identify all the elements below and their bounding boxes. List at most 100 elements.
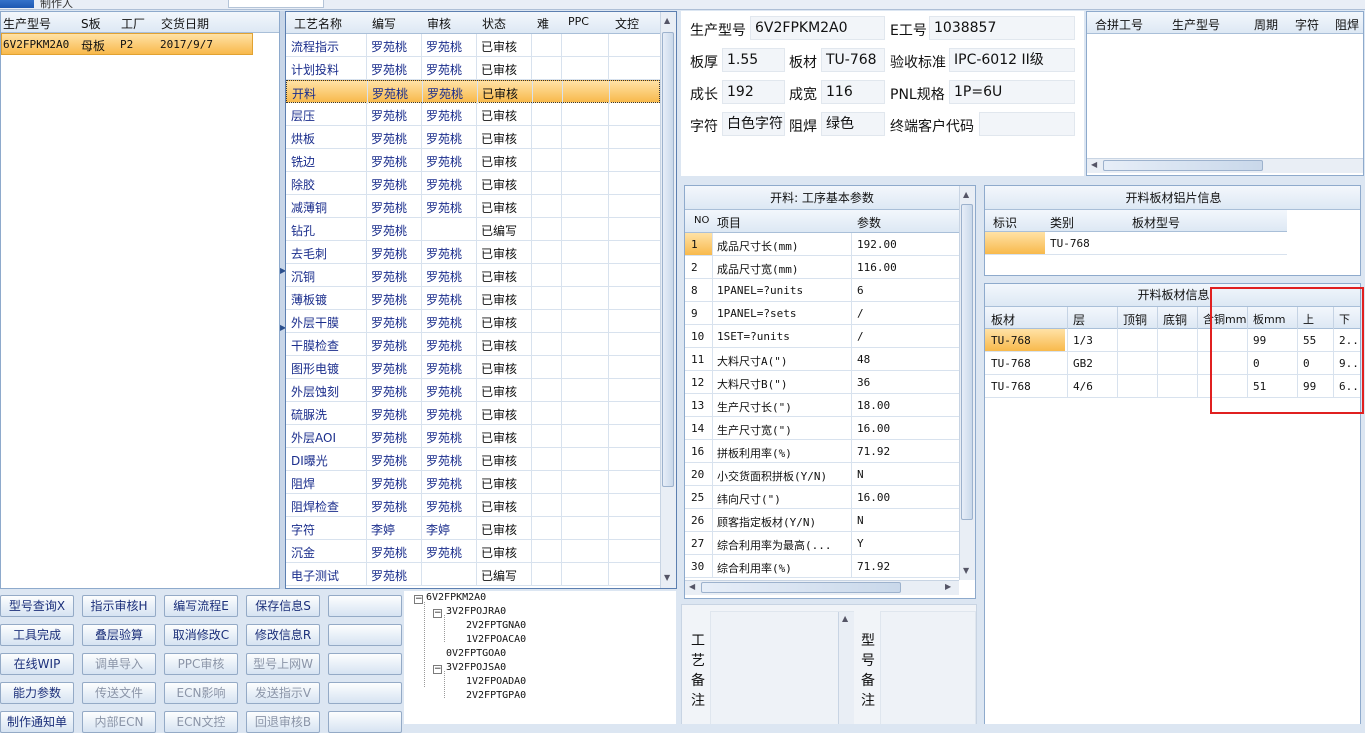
field-character[interactable]: 白色字符	[722, 112, 785, 136]
table-row[interactable]: 9 1PANEL=?sets /	[685, 302, 959, 325]
col-layer[interactable]: 层	[1073, 311, 1085, 328]
col-factory[interactable]: 工厂	[121, 15, 153, 32]
tree-node[interactable]: 1V2FPOACA0	[466, 634, 526, 645]
notes-vscroll[interactable]: ▲	[838, 612, 854, 724]
action-button[interactable]: 叠层验算	[82, 624, 156, 646]
collapse-icon[interactable]: −	[414, 595, 423, 604]
tree-node[interactable]: 3V2FPOJSA0	[446, 662, 506, 673]
action-button[interactable]: 工具完成	[0, 624, 74, 646]
col-merge-cycle[interactable]: 周期	[1254, 16, 1278, 33]
action-button[interactable]: 取消修改C	[164, 624, 238, 646]
action-button[interactable]	[328, 653, 402, 675]
table-row[interactable]: 12 大料尺寸B(") 36	[685, 371, 959, 394]
field-width[interactable]: 116	[821, 80, 885, 104]
field-length[interactable]: 192	[722, 80, 785, 104]
process-notes-field[interactable]	[710, 611, 854, 724]
table-row[interactable]: 外层蚀刻 罗苑桃 罗苑桃 已审核	[286, 379, 660, 402]
merge-hscroll[interactable]: ◀	[1087, 158, 1363, 173]
col-value[interactable]: 参数	[857, 214, 881, 231]
action-button[interactable]: 能力参数	[0, 682, 74, 704]
process-scrollbar[interactable]: ▲ ▼	[660, 12, 676, 588]
table-row[interactable]: 10 1SET=?units /	[685, 325, 959, 348]
col-item[interactable]: 项目	[717, 214, 741, 231]
alu-row[interactable]: TU-768	[985, 232, 1287, 255]
collapse-icon[interactable]: −	[433, 609, 442, 618]
action-button[interactable]: 编写流程E	[164, 595, 238, 617]
table-row[interactable]: 外层AOI 罗苑桃 罗苑桃 已审核	[286, 425, 660, 448]
order-row[interactable]: 6V2FPKM2A0 母板 P2 2017/9/7	[1, 33, 253, 55]
action-button[interactable]: 制作通知单	[0, 711, 74, 733]
collapse-icon[interactable]: −	[433, 665, 442, 674]
top-partial-field[interactable]	[228, 0, 324, 8]
table-row[interactable]: 16 拼板利用率(%) 71.92	[685, 440, 959, 463]
table-row[interactable]: 流程指示 罗苑桃 罗苑桃 已审核	[286, 34, 660, 57]
table-row[interactable]: 计划投料 罗苑桃 罗苑桃 已审核	[286, 57, 660, 80]
action-button[interactable]: ECN影响	[164, 682, 238, 704]
table-row[interactable]: 26 顾客指定板材(Y/N) N	[685, 509, 959, 532]
table-row[interactable]: 阻焊检查 罗苑桃 罗苑桃 已审核	[286, 494, 660, 517]
col-checker[interactable]: 审核	[427, 15, 451, 32]
tree-node[interactable]: 0V2FPTGOA0	[446, 648, 506, 659]
tree-node-root[interactable]: 6V2FPKM2A0	[426, 592, 486, 603]
col-merge-mask[interactable]: 阻焊	[1335, 16, 1359, 33]
tree-node[interactable]: 2V2FPTGPA0	[466, 690, 526, 701]
table-row[interactable]: 沉金 罗苑桃 罗苑桃 已审核	[286, 540, 660, 563]
table-row[interactable]: 1 成品尺寸长(mm) 192.00	[685, 233, 959, 256]
action-button[interactable]: 型号查询X	[0, 595, 74, 617]
col-difficulty[interactable]: 难	[537, 15, 549, 32]
col-doc-control[interactable]: 文控	[615, 15, 639, 32]
col-board-mat[interactable]: 板材	[991, 311, 1015, 328]
action-button[interactable]: 型号上网W	[246, 653, 320, 675]
field-pnl[interactable]: 1P=6U	[949, 80, 1075, 104]
table-row[interactable]: 8 1PANEL=?units 6	[685, 279, 959, 302]
field-mask[interactable]: 绿色	[821, 112, 885, 136]
col-writer[interactable]: 编写	[372, 15, 396, 32]
action-button[interactable]	[328, 624, 402, 646]
col-merge-model[interactable]: 生产型号	[1172, 16, 1220, 33]
table-row[interactable]: 11 大料尺寸A(") 48	[685, 348, 959, 371]
table-row[interactable]: 铣边 罗苑桃 罗苑桃 已审核	[286, 149, 660, 172]
table-row[interactable]: 13 生产尺寸长(") 18.00	[685, 394, 959, 417]
scroll-up-icon[interactable]: ▲	[664, 16, 670, 25]
field-model[interactable]: 6V2FPKM2A0	[750, 16, 885, 40]
scroll-thumb[interactable]	[701, 582, 901, 593]
col-board-model[interactable]: 板材型号	[1132, 214, 1180, 231]
action-button[interactable]: 指示审核H	[82, 595, 156, 617]
scroll-down-icon[interactable]: ▼	[963, 566, 969, 575]
field-standard[interactable]: IPC-6012 II级	[949, 48, 1075, 72]
table-row[interactable]: 减薄铜 罗苑桃 罗苑桃 已审核	[286, 195, 660, 218]
table-row[interactable]: 30 综合利用率(%) 71.92	[685, 555, 959, 578]
action-button[interactable]: 内部ECN	[82, 711, 156, 733]
model-notes-field[interactable]	[880, 611, 976, 724]
table-row[interactable]: 开料 罗苑桃 罗苑桃 已审核	[286, 80, 660, 104]
col-bottom-cu[interactable]: 底铜	[1163, 311, 1187, 328]
scroll-thumb[interactable]	[961, 204, 973, 520]
col-sboard[interactable]: S板	[81, 15, 113, 32]
field-thickness[interactable]: 1.55	[722, 48, 785, 72]
table-row[interactable]: DI曝光 罗苑桃 罗苑桃 已审核	[286, 448, 660, 471]
scroll-left-icon[interactable]: ◀	[1091, 160, 1097, 169]
col-status[interactable]: 状态	[482, 15, 506, 32]
col-merge-no[interactable]: 合拼工号	[1095, 16, 1143, 33]
action-button[interactable]: 发送指示V	[246, 682, 320, 704]
action-button[interactable]: 回退审核B	[246, 711, 320, 733]
field-material[interactable]: TU-768	[821, 48, 885, 72]
action-button[interactable]	[328, 682, 402, 704]
col-merge-char[interactable]: 字符	[1295, 16, 1319, 33]
tree-node[interactable]: 3V2FPOJRA0	[446, 606, 506, 617]
table-row[interactable]: 沉铜 罗苑桃 罗苑桃 已审核	[286, 264, 660, 287]
table-row[interactable]: 图形电镀 罗苑桃 罗苑桃 已审核	[286, 356, 660, 379]
table-row[interactable]: 阻焊 罗苑桃 罗苑桃 已审核	[286, 471, 660, 494]
table-row[interactable]: 电子测试 罗苑桃 已编写	[286, 563, 660, 586]
app-menu-button[interactable]	[0, 0, 34, 8]
scroll-left-icon[interactable]: ◀	[689, 582, 695, 591]
action-button[interactable]: 修改信息R	[246, 624, 320, 646]
table-row[interactable]: 25 纬向尺寸(") 16.00	[685, 486, 959, 509]
col-no[interactable]: NO	[694, 215, 709, 226]
action-button[interactable]: 传送文件	[82, 682, 156, 704]
table-row[interactable]: 烘板 罗苑桃 罗苑桃 已审核	[286, 126, 660, 149]
action-button[interactable]: 保存信息S	[246, 595, 320, 617]
table-row[interactable]: 20 小交货面积拼板(Y/N) N	[685, 463, 959, 486]
action-button[interactable]	[328, 711, 402, 733]
table-row[interactable]: 14 生产尺寸宽(") 16.00	[685, 417, 959, 440]
